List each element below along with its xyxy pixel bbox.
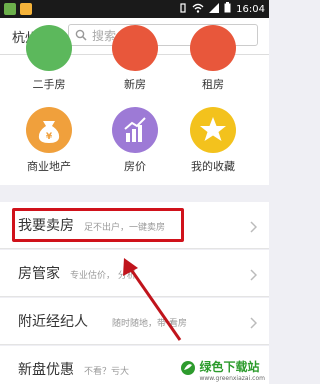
list-item-title: 附近经纪人	[18, 314, 88, 330]
list-item-subtitle: 专业估价， 分析	[70, 271, 136, 281]
grid-label-commercial: 商业地产	[27, 160, 71, 173]
grid-label-new-house: 新房	[124, 78, 146, 91]
star-icon	[190, 107, 236, 153]
highlight-box	[12, 208, 184, 242]
leaf-logo-icon	[180, 360, 196, 380]
grid-item-secondhand[interactable]: 二手房	[14, 25, 84, 92]
chevron-right-icon	[250, 266, 258, 285]
grid-item-new-house[interactable]: 新房	[100, 25, 170, 92]
notification-app-icon	[4, 3, 16, 15]
grid-item-favorites[interactable]: 我的收藏	[178, 107, 248, 174]
battery-icon	[224, 2, 231, 16]
rent-icon	[190, 25, 236, 71]
list-item-title: 房管家	[18, 266, 60, 282]
list-item-title: 新盘优惠	[18, 362, 74, 378]
notification-app-icon-2	[20, 3, 32, 15]
chevron-right-icon	[250, 314, 258, 333]
secondhand-house-icon	[26, 25, 72, 71]
grid-item-rent[interactable]: 租房	[178, 25, 248, 92]
grid-item-commercial[interactable]: ¥ 商业地产	[14, 107, 84, 174]
list-item-house-manager[interactable]: 房管家 专业估价， 分析	[0, 250, 269, 297]
grid-label-favorites: 我的收藏	[191, 160, 235, 173]
svg-text:¥: ¥	[46, 132, 53, 142]
grid-label-price: 房价	[124, 160, 146, 173]
status-time: 16:04	[236, 3, 265, 15]
feature-grid: 二手房 新房 租房 ¥ 商业地产 房价 我的收藏	[0, 25, 269, 185]
watermark-url: www.greenxiazai.com	[199, 375, 265, 382]
wifi-icon	[192, 3, 204, 16]
grid-label-secondhand: 二手房	[32, 78, 66, 91]
list-item-nearby-agents[interactable]: 附近经纪人 随时随地，带 看房	[0, 298, 269, 345]
grid-label-rent: 租房	[202, 78, 224, 91]
list-item-subtitle: 不看？亏大	[84, 367, 130, 377]
list-item-subtitle: 随时随地，带 看房	[112, 319, 187, 329]
money-bag-icon: ¥	[26, 107, 72, 153]
status-bar: 16:04	[0, 0, 269, 18]
chevron-right-icon	[250, 218, 258, 237]
price-chart-icon	[112, 107, 158, 153]
watermark-logo: 绿色下载站 www.greenxiazai.com	[180, 358, 265, 382]
status-bar-left	[4, 3, 32, 15]
new-house-icon	[112, 25, 158, 71]
watermark-name: 绿色下载站	[199, 360, 260, 374]
status-bar-right: 16:04	[179, 2, 265, 16]
alarm-icon	[179, 2, 187, 16]
grid-item-price[interactable]: 房价	[100, 107, 170, 174]
signal-icon	[209, 2, 220, 16]
